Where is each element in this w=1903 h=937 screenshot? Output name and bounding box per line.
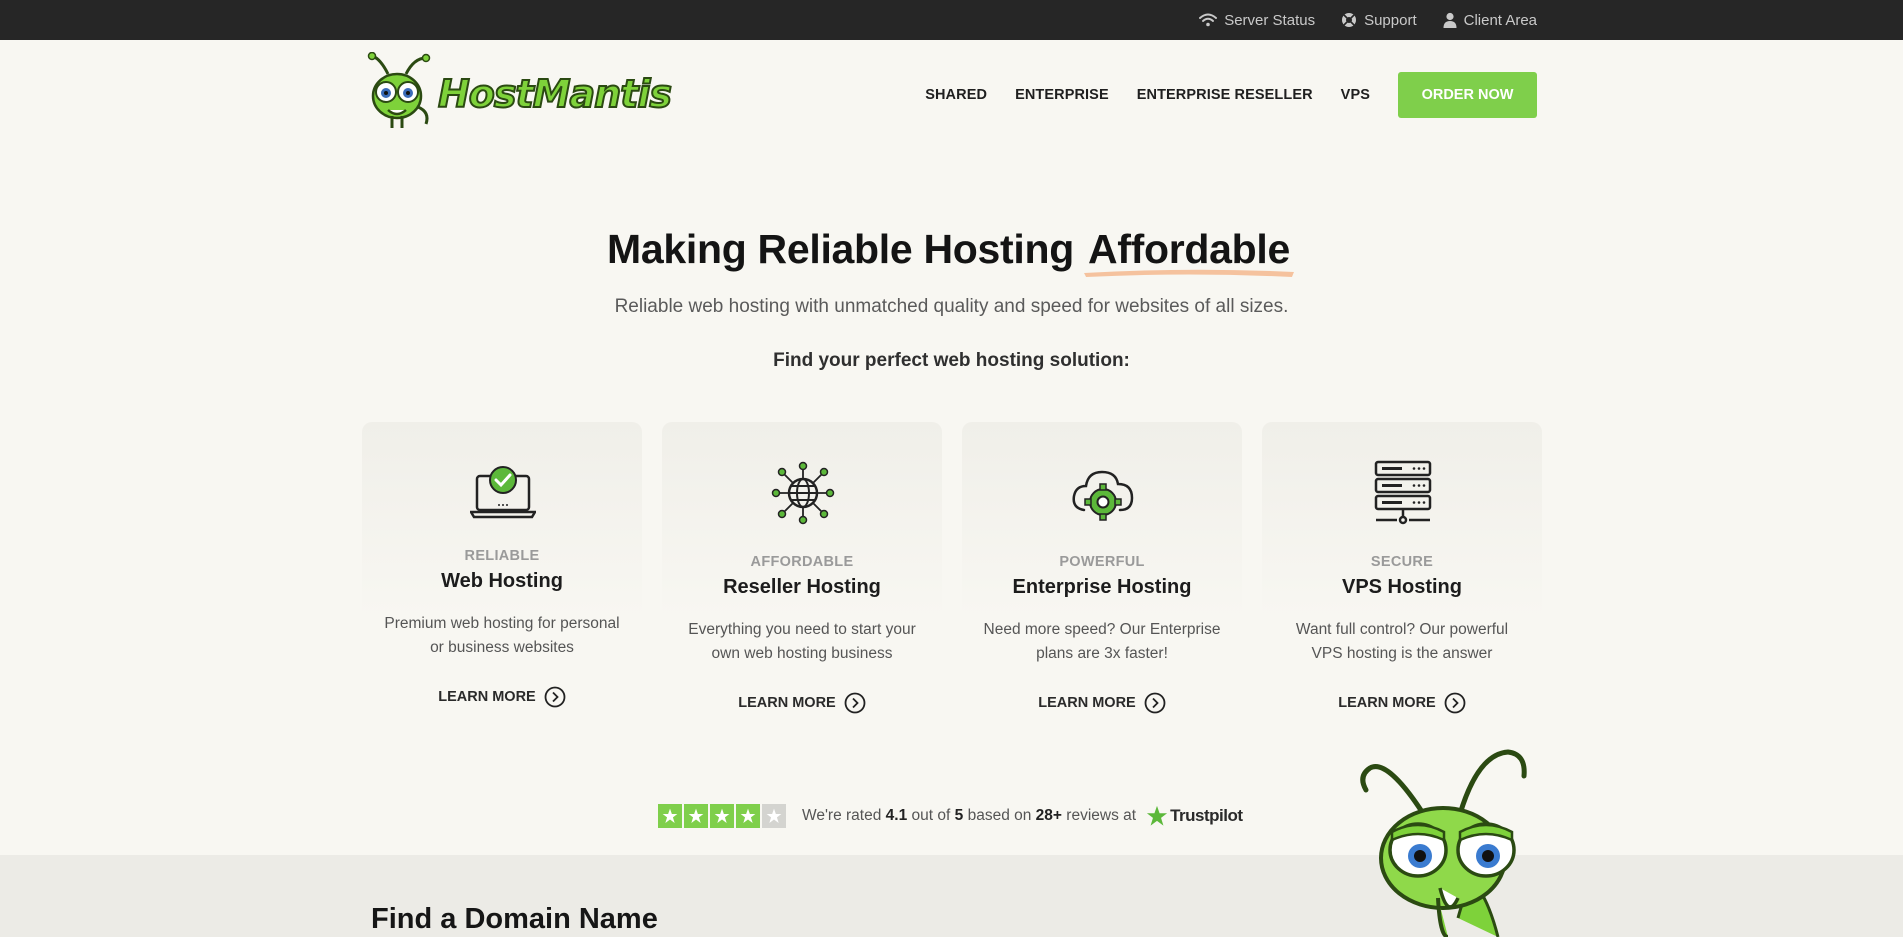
card-title: Reseller Hosting [723, 576, 881, 598]
wifi-icon [1199, 13, 1218, 27]
top-bar-links: Server Status Support Client Area [1199, 0, 1537, 40]
card-description: Need more speed? Our Enterprise plans ar… [983, 621, 1221, 662]
lifebuoy-icon [1342, 13, 1357, 27]
nav-item-enterprise[interactable]: ENTERPRISE [1015, 87, 1109, 103]
card-reseller-hosting[interactable]: AFFORDABLE Reseller Hosting Everything y… [662, 422, 942, 714]
mantis-mascot-icon [1360, 749, 1527, 937]
rating-text: We're rated 4.1 out of 5 based on 28+ re… [802, 807, 1137, 824]
card-description: Want full control? Our powerful VPS host… [1295, 621, 1509, 662]
card-tag: AFFORDABLE [750, 554, 854, 570]
hostmantis-logo[interactable]: HostMantis [366, 52, 673, 132]
client-area-link[interactable]: Client Area [1443, 12, 1537, 29]
learn-more-link[interactable]: LEARN MORE [662, 692, 942, 714]
card-enterprise-hosting[interactable]: POWERFUL Enterprise Hosting Need more sp… [962, 422, 1242, 714]
card-vps-hosting[interactable]: SECURE VPS Hosting Want full control? Ou… [1262, 422, 1542, 714]
hero-title-highlight-wrap: Affordable [1082, 226, 1296, 277]
laptop-check-icon [470, 466, 536, 519]
domain-search-section: Find a Domain Name [0, 855, 1903, 937]
learn-more-link[interactable]: LEARN MORE [962, 692, 1242, 714]
arrow-circle-right-icon [1144, 692, 1166, 714]
card-web-hosting[interactable]: RELIABLE Web Hosting Premium web hosting… [362, 422, 642, 708]
trustpilot-star-icon [1146, 805, 1168, 826]
card-tag: SECURE [1370, 554, 1434, 570]
nav-item-shared[interactable]: SHARED [925, 87, 987, 103]
site-header: HostMantis SHARED ENTERPRISE ENTERPRISE … [0, 40, 1903, 148]
main-nav: SHARED ENTERPRISE ENTERPRISE RESELLER VP… [925, 72, 1537, 118]
star-filled-icon [736, 804, 760, 828]
star-filled-icon [710, 804, 734, 828]
trustpilot-rating[interactable]: We're rated 4.1 out of 5 based on 28+ re… [658, 803, 1243, 829]
arrow-circle-right-icon [1444, 692, 1466, 714]
server-status-link[interactable]: Server Status [1199, 12, 1315, 29]
arrow-circle-right-icon [544, 686, 566, 708]
hosting-cards: RELIABLE Web Hosting Premium web hosting… [362, 422, 1542, 722]
hero-title: Making Reliable Hosting Affordable [0, 226, 1903, 277]
cloud-gear-icon [1072, 470, 1134, 521]
card-tag: POWERFUL [1059, 554, 1145, 570]
domain-section-title: Find a Domain Name [371, 903, 658, 935]
hero-title-highlight: Affordable [1087, 226, 1290, 272]
learn-more-link[interactable]: LEARN MORE [362, 686, 642, 708]
user-icon [1443, 12, 1457, 28]
trustpilot-logo[interactable]: Trustpilot [1146, 805, 1243, 827]
nav-item-vps[interactable]: VPS [1341, 87, 1370, 103]
order-now-button[interactable]: ORDER NOW [1398, 72, 1537, 118]
card-description: Everything you need to start your own we… [688, 621, 916, 662]
rating-stars [658, 804, 786, 828]
card-tag: RELIABLE [464, 548, 540, 564]
star-filled-icon [684, 804, 708, 828]
hero-subtitle: Reliable web hosting with unmatched qual… [614, 296, 1289, 317]
card-title: VPS Hosting [1341, 576, 1462, 598]
rating-max: 5 [954, 807, 964, 824]
top-bar: Server Status Support Client Area [0, 0, 1903, 40]
learn-more-link[interactable]: LEARN MORE [1262, 692, 1542, 714]
rating-score: 4.1 [885, 807, 908, 824]
card-title: Enterprise Hosting [1012, 576, 1192, 598]
hero-title-main: Making Reliable Hosting [607, 226, 1074, 272]
nav-item-enterprise-reseller[interactable]: ENTERPRISE RESELLER [1137, 87, 1313, 103]
logo-wordmark: HostMantis [437, 71, 673, 117]
card-description: Premium web hosting for personal or busi… [384, 615, 620, 656]
server-rack-icon [1374, 460, 1432, 525]
globe-network-icon [771, 461, 835, 525]
mantis-logo-icon [367, 52, 431, 128]
hero-find-text: Find your perfect web hosting solution: [773, 350, 1130, 371]
star-empty-icon [762, 804, 786, 828]
review-count: 28+ [1035, 807, 1062, 824]
card-title: Web Hosting [441, 570, 563, 592]
support-link[interactable]: Support [1341, 12, 1417, 29]
star-filled-icon [658, 804, 682, 828]
arrow-circle-right-icon [844, 692, 866, 714]
